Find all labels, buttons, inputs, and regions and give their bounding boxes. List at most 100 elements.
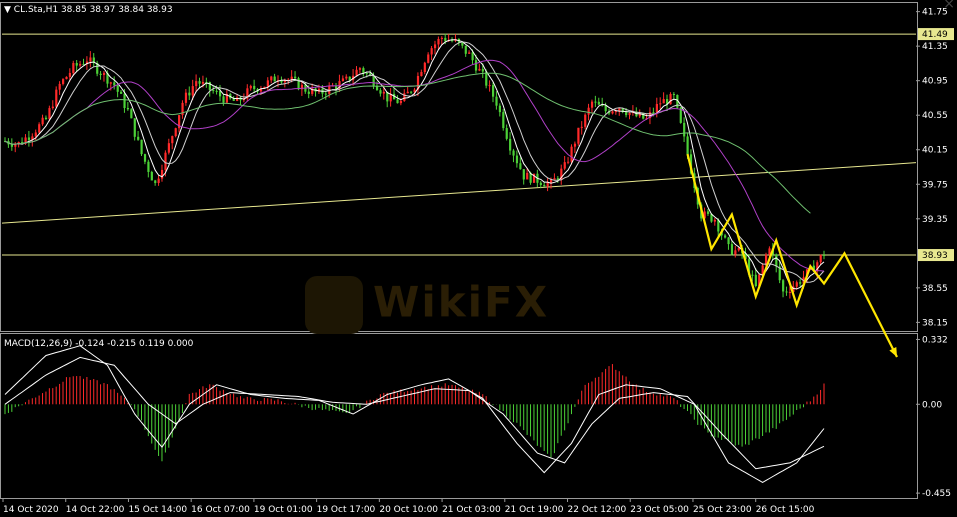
candle-body (594, 101, 597, 103)
candle-body (597, 101, 600, 105)
candle-body (307, 91, 310, 94)
candle-body (174, 128, 177, 137)
candle-body (143, 154, 147, 162)
close-icon[interactable]: × (943, 0, 955, 12)
candle-body (427, 54, 430, 63)
time-label: 14 Oct 2020 (3, 505, 59, 515)
time-label: 23 Oct 05:00 (630, 505, 689, 515)
candle-body (362, 68, 365, 73)
candle-body (782, 280, 785, 292)
candle-body (157, 178, 160, 183)
candle-body (120, 91, 123, 94)
candle-body (655, 103, 658, 113)
candle-body (433, 44, 437, 49)
candle-body (341, 78, 345, 82)
macd-axis-label: 0.00 (922, 400, 942, 410)
candle-body (420, 71, 423, 77)
candle-body (89, 57, 92, 62)
price-label-highlight: 41.49 (922, 30, 948, 40)
candle-body (471, 52, 474, 61)
candle-body (273, 76, 276, 82)
candle-body (823, 254, 826, 256)
candle-body (437, 38, 440, 45)
time-label: 26 Oct 15:00 (756, 505, 815, 515)
price-label-highlight: 38.93 (922, 251, 948, 261)
candle-body (195, 81, 198, 87)
candle-body (751, 274, 754, 276)
time-label: 19 Oct 01:00 (254, 505, 313, 515)
candle-body (509, 138, 512, 151)
candle-body (567, 161, 570, 163)
candle-body (795, 282, 798, 287)
candle-body (659, 103, 662, 105)
candle-body (587, 107, 590, 115)
candle-body (62, 79, 65, 84)
candle-body (464, 45, 467, 54)
macd-axis: 0.332 0.00 -0.455 (916, 335, 951, 499)
candle-body (396, 99, 399, 104)
candle-body (137, 136, 140, 140)
candle-body (297, 78, 300, 90)
trend-line (1, 162, 917, 224)
candle-body (406, 91, 409, 94)
candle-body (102, 72, 106, 76)
candle-body (164, 152, 167, 170)
candle-body (123, 93, 126, 109)
candle-body (604, 105, 607, 112)
candle-body (683, 122, 686, 137)
candle-body (358, 68, 362, 70)
candle-body (34, 132, 37, 137)
candle-body (126, 108, 130, 110)
candle-body (577, 127, 580, 144)
candle-body (198, 81, 201, 84)
candle-body (713, 219, 716, 222)
price-label: 38.55 (922, 284, 948, 294)
candle-body (27, 137, 31, 140)
candle-body (543, 184, 546, 187)
time-label: 19 Oct 17:00 (317, 505, 376, 515)
candle-body (519, 163, 522, 170)
time-label: 20 Oct 10:00 (379, 505, 438, 515)
price-chart[interactable]: ▼ CL.Sta,H1 38.85 38.97 38.84 38.93 MACD… (0, 0, 957, 517)
candle-body (150, 171, 153, 181)
candle-body (140, 139, 143, 155)
time-label: 21 Oct 19:00 (505, 505, 564, 515)
candle-body (75, 63, 78, 66)
candle-body (184, 92, 188, 103)
candle-body (48, 108, 51, 120)
candle-body (116, 85, 119, 92)
candle-body (372, 75, 375, 86)
candle-body (570, 146, 573, 162)
candle-body (539, 182, 542, 185)
price-label: 40.15 (922, 146, 948, 156)
candle-body (522, 169, 525, 180)
candle-body (58, 83, 61, 90)
time-axis: 14 Oct 2020 14 Oct 22:00 15 Oct 14:00 16 Oc… (2, 498, 815, 515)
candle-body (488, 85, 491, 87)
macd-series (4, 345, 825, 483)
candle-body (526, 172, 529, 180)
candle-body (502, 112, 505, 129)
candle-body (44, 117, 48, 120)
candle-body (785, 291, 788, 293)
candle-body (79, 63, 82, 66)
symbol-header: ▼ CL.Sta,H1 38.85 38.97 38.84 38.93 (4, 5, 173, 15)
candle-body (41, 117, 44, 125)
time-label: 25 Oct 23:00 (693, 505, 752, 515)
candle-body (573, 143, 577, 147)
macd-axis-label: -0.455 (922, 489, 951, 499)
candle-body (382, 91, 385, 94)
candle-body (495, 96, 498, 106)
candle-body (355, 69, 358, 76)
candle-body (819, 254, 822, 263)
candle-body (727, 237, 730, 245)
candle-body (212, 89, 215, 91)
price-label: 39.35 (922, 215, 948, 225)
candle-body (171, 136, 174, 144)
price-label: 38.15 (922, 318, 948, 328)
candle-body (147, 161, 150, 172)
candle-body (724, 235, 727, 238)
candle-body (440, 37, 443, 39)
candle-body (55, 89, 58, 107)
candle-body (130, 109, 133, 119)
